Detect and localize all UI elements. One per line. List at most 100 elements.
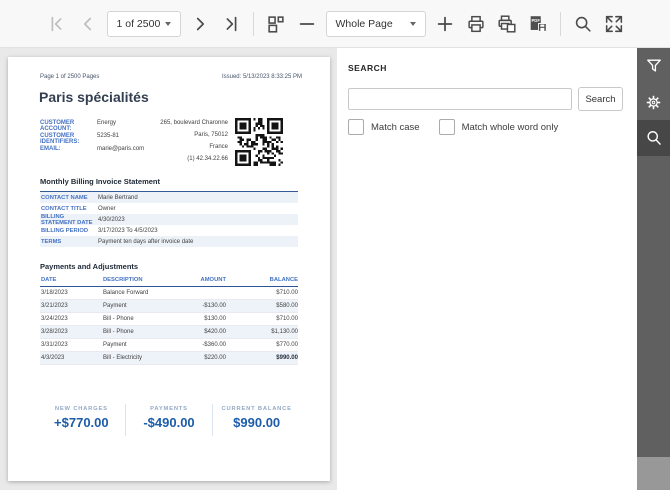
statement-label: TERMS bbox=[41, 238, 62, 245]
cell-amount: -$360.00 bbox=[202, 342, 226, 348]
summary-cell-new-charges: NEW CHARGES +$770.00 bbox=[38, 404, 125, 436]
page-number-value: 1 of 2500 bbox=[116, 17, 161, 30]
toolbar: 1 of 2500 Whole Page PDF bbox=[0, 0, 670, 48]
statement-label: BILLING PERIOD bbox=[41, 227, 89, 234]
gear-icon bbox=[644, 93, 663, 112]
svg-text:PDF: PDF bbox=[531, 18, 540, 23]
table-row: 3/21/2023 Payment -$130.00 $580.00 bbox=[40, 300, 298, 313]
cell-amount: $420.00 bbox=[204, 329, 226, 335]
minus-icon bbox=[296, 13, 318, 35]
first-page-icon bbox=[46, 13, 68, 35]
page-organization-button[interactable] bbox=[264, 12, 288, 36]
table-row: 3/28/2023 Bill - Phone $420.00 $1,130.00 bbox=[40, 326, 298, 339]
print-button[interactable] bbox=[464, 12, 488, 36]
statement-label: CONTACT NAME bbox=[41, 194, 88, 201]
printer-page-icon bbox=[496, 13, 518, 35]
summary-cell-payments: PAYMENTS -$490.00 bbox=[124, 404, 214, 436]
pdf-export-icon: PDF bbox=[527, 13, 549, 35]
cell-balance: $580.00 bbox=[276, 303, 298, 309]
payments-heading: Payments and Adjustments bbox=[40, 262, 139, 271]
last-page-button[interactable] bbox=[219, 12, 243, 36]
funnel-icon bbox=[644, 56, 664, 76]
print-page-button[interactable] bbox=[495, 12, 519, 36]
search-input[interactable] bbox=[348, 88, 572, 110]
page-number-select[interactable]: 1 of 2500 bbox=[106, 10, 181, 37]
document-page: Page 1 of 2500 Pages Issued: 5/13/2023 8… bbox=[8, 57, 330, 481]
previous-page-icon bbox=[77, 13, 99, 35]
zoom-level-select[interactable]: Whole Page bbox=[325, 10, 426, 37]
last-page-icon bbox=[220, 13, 242, 35]
statement-label: CONTACT TITLE bbox=[41, 205, 87, 212]
next-page-button[interactable] bbox=[188, 12, 212, 36]
cell-balance: $710.00 bbox=[276, 316, 298, 322]
toolbar-separator bbox=[252, 11, 254, 36]
fullscreen-button[interactable] bbox=[602, 12, 626, 36]
field-value: 5235-81 bbox=[97, 133, 120, 139]
sidebar-tab-settings[interactable] bbox=[637, 84, 670, 120]
summary-value: $990.00 bbox=[233, 415, 281, 430]
statement-table: CONTACT NAME Marie Bertrand CONTACT TITL… bbox=[40, 191, 298, 247]
search-button[interactable]: Search bbox=[578, 87, 623, 111]
customer-field-row: CUSTOMER ACCOUNT: Energy bbox=[40, 120, 116, 132]
previous-page-button[interactable] bbox=[76, 12, 100, 36]
statement-value: Payment ten days after invoice date bbox=[98, 238, 194, 245]
cell-balance: $770.00 bbox=[276, 342, 298, 348]
cell-date: 3/31/2023 bbox=[41, 342, 68, 348]
summary: NEW CHARGES +$770.00 PAYMENTS -$490.00 C… bbox=[38, 404, 300, 436]
zoom-in-button[interactable] bbox=[433, 12, 457, 36]
plus-icon bbox=[434, 13, 456, 35]
cell-description: Bill - Phone bbox=[103, 316, 134, 322]
page-organization-icon bbox=[265, 13, 287, 35]
cell-balance: $710.00 bbox=[276, 290, 298, 296]
statement-row: BILLING STATEMENT DATE 4/30/2023 bbox=[40, 214, 298, 226]
first-page-button[interactable] bbox=[45, 12, 69, 36]
summary-label: CURRENT BALANCE bbox=[221, 406, 292, 412]
cell-description: Payment bbox=[103, 303, 127, 309]
field-label: EMAIL: bbox=[40, 146, 61, 152]
zoom-out-button[interactable] bbox=[295, 12, 319, 36]
cell-date: 3/18/2023 bbox=[41, 290, 68, 296]
next-page-icon bbox=[189, 13, 211, 35]
printer-icon bbox=[465, 13, 487, 35]
page-info: Page 1 of 2500 Pages bbox=[40, 74, 100, 80]
export-button[interactable]: PDF bbox=[526, 12, 550, 36]
address-line: 265, boulevard Charonne bbox=[160, 120, 228, 126]
zoom-level-value: Whole Page bbox=[335, 17, 393, 30]
match-whole-word-label: Match whole word only bbox=[461, 121, 559, 133]
table-header-row: DATE DESCRIPTION AMOUNT BALANCE bbox=[40, 274, 298, 287]
company-title: Paris spécialités bbox=[39, 89, 149, 105]
statement-row: CONTACT TITLE Owner bbox=[40, 203, 298, 214]
table-row: 3/24/2023 Bill - Phone $130.00 $710.00 bbox=[40, 313, 298, 326]
statement-value: 4/30/2023 bbox=[98, 216, 125, 223]
sidebar-tab-parameters[interactable] bbox=[637, 48, 670, 84]
customer-field-row: EMAIL: marie@paris.com bbox=[40, 146, 144, 152]
fullscreen-icon bbox=[603, 13, 625, 35]
cell-date: 3/28/2023 bbox=[41, 329, 68, 335]
document-viewer: Page 1 of 2500 Pages Issued: 5/13/2023 8… bbox=[0, 48, 337, 490]
cell-balance: $990.00 bbox=[276, 355, 298, 361]
statement-row: BILLING PERIOD 3/17/2023 To 4/5/2023 bbox=[40, 225, 298, 236]
cell-amount: $130.00 bbox=[204, 316, 226, 322]
toolbar-separator bbox=[559, 11, 561, 36]
field-label: CUSTOMER IDENTIFIERS: bbox=[40, 133, 80, 145]
sidebar-tab-search[interactable] bbox=[637, 120, 670, 156]
sidebar bbox=[637, 48, 670, 490]
cell-description: Balance Forward bbox=[103, 290, 149, 296]
cell-balance: $1,130.00 bbox=[271, 329, 298, 335]
match-whole-word-checkbox[interactable] bbox=[438, 119, 455, 135]
toolbar-search-button[interactable] bbox=[571, 12, 595, 36]
cell-amount: -$130.00 bbox=[202, 303, 226, 309]
table-row: 3/18/2023 Balance Forward $710.00 bbox=[40, 287, 298, 300]
field-value: Energy bbox=[97, 120, 117, 126]
match-case-checkbox[interactable] bbox=[348, 119, 364, 135]
table-row: 4/3/2023 Bill - Electricity $220.00 $990… bbox=[40, 352, 298, 365]
qr-code bbox=[235, 118, 283, 166]
statement-heading: Monthly Billing Invoice Statement bbox=[40, 177, 161, 186]
match-case-label: Match case bbox=[371, 121, 420, 133]
search-icon bbox=[572, 13, 594, 35]
search-panel-title: SEARCH bbox=[348, 63, 387, 73]
magnifier-icon bbox=[644, 128, 664, 148]
cell-amount: $220.00 bbox=[204, 355, 226, 361]
statement-value: Marie Bertrand bbox=[98, 194, 138, 201]
column-header: AMOUNT bbox=[200, 277, 226, 283]
